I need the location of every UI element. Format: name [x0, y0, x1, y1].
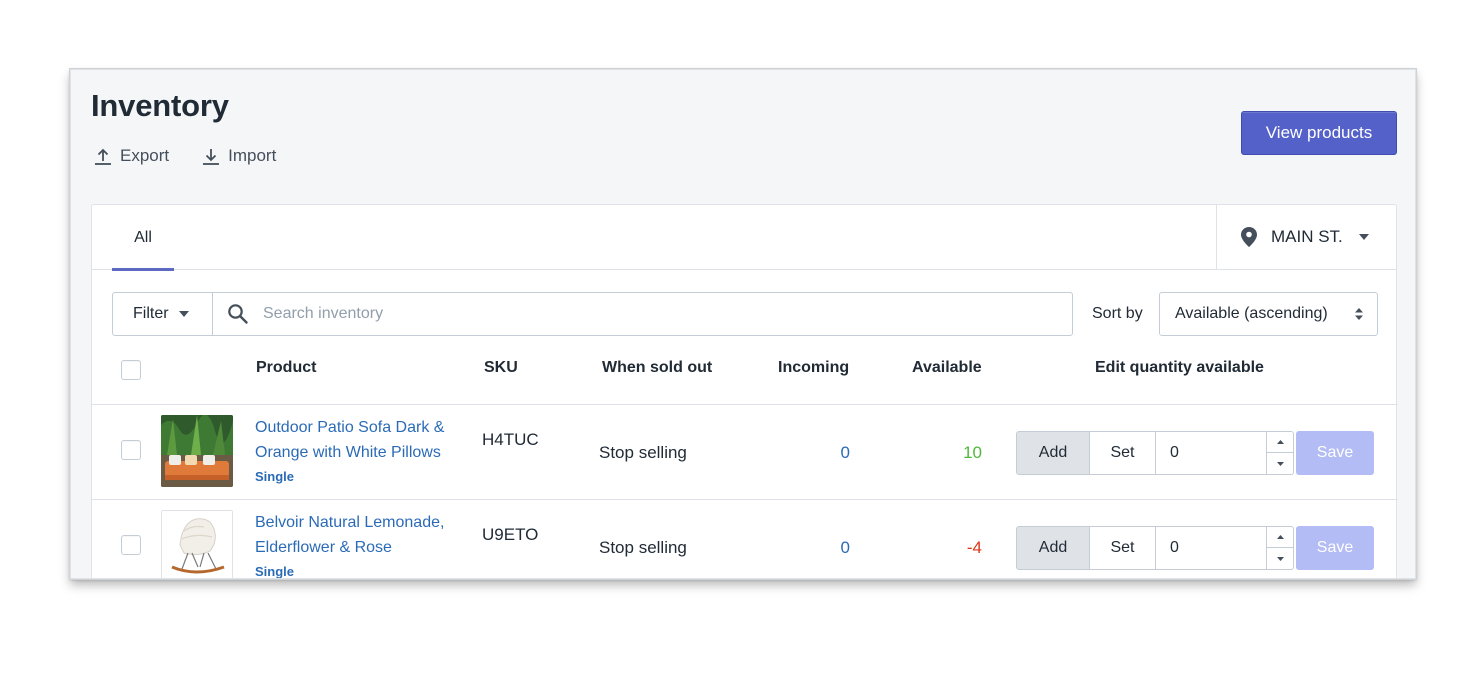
- location-label: MAIN ST.: [1271, 227, 1343, 246]
- header-when-sold-out[interactable]: When sold out: [602, 359, 712, 377]
- variant-label: Single: [255, 469, 295, 484]
- filter-button[interactable]: Filter: [112, 292, 213, 336]
- tab-active-indicator: [112, 268, 174, 271]
- product-name-line2: Orange with White Pillows: [255, 444, 441, 461]
- import-label: Import: [228, 146, 277, 165]
- filter-label: Filter: [133, 305, 169, 322]
- quantity-input[interactable]: [1170, 539, 1260, 557]
- increment-button[interactable]: [1267, 432, 1293, 453]
- import-icon: [203, 149, 220, 165]
- chevron-down-icon: [1358, 234, 1369, 240]
- decrement-button[interactable]: [1267, 548, 1293, 569]
- header-edit-quantity: Edit quantity available: [1095, 359, 1264, 376]
- export-icon: [95, 148, 111, 165]
- incoming-value[interactable]: 0: [810, 538, 850, 558]
- tab-all[interactable]: All: [112, 205, 174, 271]
- incoming-value[interactable]: 0: [810, 443, 850, 463]
- page-actions: Export Import: [93, 146, 276, 166]
- product-name-link[interactable]: Belvoir Natural Lemonade, Elderflower & …: [255, 510, 475, 560]
- decrement-button[interactable]: [1267, 453, 1293, 474]
- header-sku[interactable]: SKU: [484, 359, 518, 377]
- row-divider: [92, 404, 1398, 405]
- inventory-window: Inventory Export Import View products Al…: [70, 69, 1416, 579]
- page-title: Inventory: [91, 88, 229, 123]
- location-selector[interactable]: MAIN ST.: [1216, 205, 1397, 270]
- quantity-field[interactable]: [1156, 526, 1294, 570]
- edit-quantity-controls: Add Set Save: [1016, 431, 1374, 475]
- row-checkbox[interactable]: [121, 535, 141, 555]
- increment-button[interactable]: [1267, 527, 1293, 548]
- product-thumbnail[interactable]: [161, 415, 233, 487]
- when-sold-out-value: Stop selling: [599, 538, 687, 557]
- set-mode-button[interactable]: Set: [1090, 431, 1156, 475]
- chevron-up-icon: [1276, 535, 1284, 539]
- tab-all-label: All: [134, 228, 152, 246]
- search-field[interactable]: [212, 292, 1073, 336]
- row-checkbox[interactable]: [121, 440, 141, 460]
- rocking-chair-image: [162, 511, 232, 578]
- select-all-checkbox[interactable]: [121, 360, 141, 380]
- product-name-link[interactable]: Outdoor Patio Sofa Dark & Orange with Wh…: [255, 415, 475, 465]
- view-products-button[interactable]: View products: [1241, 111, 1397, 155]
- quantity-stepper[interactable]: [1266, 432, 1293, 474]
- sort-select[interactable]: Available (ascending): [1159, 292, 1378, 336]
- search-input[interactable]: [263, 305, 1043, 323]
- export-action[interactable]: Export: [93, 146, 169, 166]
- search-icon: [228, 304, 248, 324]
- inventory-card: All MAIN ST. Filter Search inventory Sor…: [91, 204, 1398, 579]
- patio-sofa-image: [161, 415, 233, 487]
- row-divider: [92, 499, 1398, 500]
- save-button[interactable]: Save: [1296, 431, 1374, 475]
- when-sold-out-value: Stop selling: [599, 443, 687, 462]
- save-button[interactable]: Save: [1296, 526, 1374, 570]
- set-mode-button[interactable]: Set: [1090, 526, 1156, 570]
- sku-value: U9ETO: [482, 525, 539, 544]
- variant-label: Single: [255, 564, 295, 579]
- add-mode-button[interactable]: Add: [1016, 431, 1090, 475]
- import-action[interactable]: Import: [201, 146, 276, 166]
- header-available[interactable]: Available: [912, 359, 982, 377]
- sku-value: H4TUC: [482, 430, 539, 449]
- product-name-line1: Outdoor Patio Sofa Dark &: [255, 419, 445, 436]
- tab-bar: All: [92, 205, 1216, 271]
- add-mode-button[interactable]: Add: [1016, 526, 1090, 570]
- available-value: 10: [963, 443, 982, 462]
- export-label: Export: [120, 146, 170, 165]
- chevron-up-icon: [1276, 440, 1284, 444]
- select-arrows-icon: [1355, 308, 1363, 320]
- sort-value: Available (ascending): [1175, 305, 1328, 322]
- product-name-line1: Belvoir Natural Lemonade,: [255, 514, 445, 531]
- available-value: -4: [966, 538, 982, 557]
- chevron-down-icon: [1276, 556, 1284, 561]
- header-incoming[interactable]: Incoming: [778, 359, 849, 377]
- sort-label: Sort by: [1092, 305, 1143, 322]
- edit-quantity-controls: Add Set Save: [1016, 526, 1374, 570]
- quantity-field[interactable]: [1156, 431, 1294, 475]
- location-pin-icon: [1241, 227, 1257, 247]
- chevron-down-icon: [1276, 461, 1284, 466]
- quantity-input[interactable]: [1170, 444, 1260, 462]
- quantity-stepper[interactable]: [1266, 527, 1293, 569]
- chevron-down-icon: [178, 311, 189, 317]
- product-name-line2: Elderflower & Rose: [255, 539, 392, 556]
- product-thumbnail[interactable]: [161, 510, 233, 578]
- header-product[interactable]: Product: [256, 359, 316, 377]
